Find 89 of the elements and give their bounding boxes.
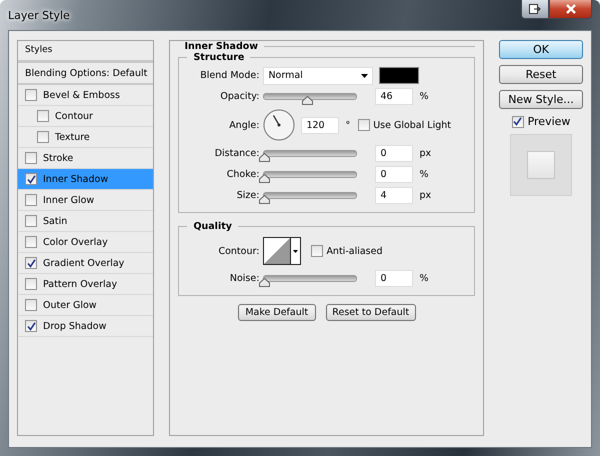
unit-label: %: [419, 273, 428, 284]
value-field[interactable]: 0: [375, 166, 414, 183]
slider-thumb[interactable]: [259, 153, 270, 162]
style-list-item[interactable]: Blending Options: Default: [18, 63, 154, 85]
value-field[interactable]: 0: [375, 145, 414, 162]
checkbox[interactable]: [25, 173, 37, 185]
restore-button[interactable]: [521, 0, 549, 19]
field-label: Distance:: [214, 148, 260, 159]
style-label: Drop Shadow: [43, 320, 106, 332]
checkbox[interactable]: [25, 152, 37, 164]
field-label: Angle:: [228, 120, 260, 130]
checkbox[interactable]: [358, 119, 370, 131]
style-list-item[interactable]: Inner Glow: [18, 190, 154, 211]
unit-label: px: [419, 190, 432, 201]
value-field[interactable]: 4: [375, 187, 414, 204]
caret-icon: [361, 74, 368, 78]
style-label: Texture: [55, 132, 90, 142]
style-label: Blending Options: Default: [25, 68, 148, 78]
checkbox[interactable]: [25, 215, 37, 227]
checkbox[interactable]: [512, 116, 524, 128]
caret-icon: [293, 250, 298, 252]
checkbox[interactable]: [25, 278, 37, 290]
style-list-item[interactable]: Satin: [18, 211, 154, 232]
dialog-button[interactable]: Reset: [499, 65, 583, 84]
group-title: Quality: [192, 221, 233, 232]
checkbox-label: Preview: [528, 115, 570, 128]
style-list-item[interactable]: Pattern Overlay: [18, 274, 154, 295]
checkbox[interactable]: [37, 131, 49, 143]
style-label: Contour: [55, 110, 93, 122]
style-list-item[interactable]: Color Overlay: [18, 232, 154, 253]
unit-label: °: [345, 120, 350, 130]
checkbox[interactable]: [25, 299, 37, 311]
unit-label: %: [419, 169, 428, 180]
blend-mode-dropdown[interactable]: Normal: [263, 66, 374, 84]
value-field[interactable]: 0: [375, 270, 414, 287]
window-title: Layer Style: [8, 8, 70, 22]
style-list-item[interactable]: Gradient Overlay: [18, 253, 154, 274]
style-list-item[interactable]: Contour: [18, 106, 154, 127]
style-list-item[interactable]: Drop Shadow: [18, 316, 154, 337]
style-label: Outer Glow: [43, 300, 97, 310]
checkbox[interactable]: [25, 89, 37, 101]
slider-thumb[interactable]: [302, 96, 313, 105]
field-label: Noise:: [228, 273, 260, 284]
slider-thumb[interactable]: [259, 278, 270, 287]
style-preview: [510, 134, 572, 196]
field-label: Choke:: [226, 169, 260, 180]
value-field[interactable]: 46: [375, 88, 414, 105]
restore-icon: [529, 4, 541, 14]
group-title: Structure: [192, 52, 246, 63]
panel-button[interactable]: Reset to Default: [326, 304, 416, 321]
style-list-item[interactable]: Texture: [18, 127, 154, 148]
dialog-button[interactable]: OK: [499, 40, 583, 59]
checkbox[interactable]: [311, 245, 324, 257]
contour-picker[interactable]: [263, 237, 302, 265]
style-label: Gradient Overlay: [43, 258, 124, 268]
style-label: Color Overlay: [43, 236, 108, 248]
checkbox[interactable]: [37, 110, 49, 122]
field-label: Size:: [236, 190, 260, 201]
style-label: Inner Shadow: [43, 174, 108, 184]
dialog-button[interactable]: New Style...: [499, 90, 583, 109]
field-label: Opacity:: [219, 91, 260, 102]
close-button[interactable]: [549, 0, 592, 19]
unit-label: %: [419, 91, 428, 102]
field-label: Blend Mode:: [199, 70, 260, 81]
color-swatch[interactable]: [379, 67, 420, 84]
unit-label: px: [419, 148, 432, 159]
panel-button[interactable]: Make Default: [238, 304, 316, 321]
slider-thumb[interactable]: [259, 174, 270, 183]
checkbox[interactable]: [25, 257, 37, 269]
style-label: Pattern Overlay: [43, 278, 118, 290]
checkbox[interactable]: [25, 194, 37, 206]
slider-thumb[interactable]: [259, 195, 270, 204]
style-list-item[interactable]: Bevel & Emboss: [18, 85, 154, 106]
style-list-item[interactable]: Inner Shadow: [18, 169, 154, 190]
style-list-item[interactable]: Outer Glow: [18, 295, 154, 316]
list-header: Styles: [18, 41, 154, 63]
angle-dial[interactable]: [263, 109, 296, 141]
value-field[interactable]: 120: [301, 116, 340, 134]
checkbox[interactable]: [25, 236, 37, 248]
section-title: Inner Shadow: [183, 41, 260, 52]
field-label: Contour:: [217, 246, 260, 256]
checkbox-label: Anti-aliased: [326, 246, 382, 256]
checkbox[interactable]: [25, 320, 37, 332]
style-label: Inner Glow: [43, 194, 94, 206]
style-label: Satin: [43, 216, 68, 226]
close-icon: [564, 4, 576, 14]
style-label: Stroke: [43, 152, 74, 164]
style-label: Bevel & Emboss: [43, 90, 120, 100]
checkbox-label: Use Global Light: [373, 120, 451, 130]
